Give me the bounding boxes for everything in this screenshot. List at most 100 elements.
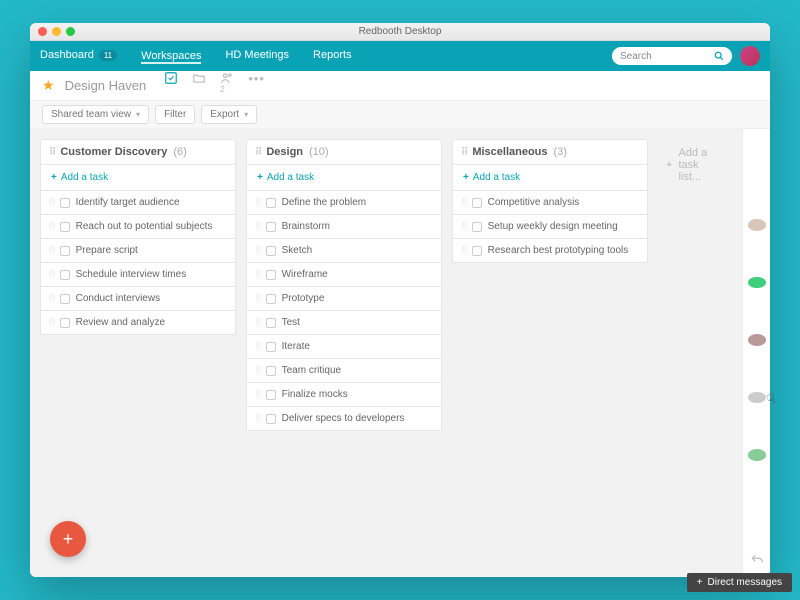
presence-avatar[interactable] bbox=[748, 392, 766, 404]
task-checkbox[interactable] bbox=[266, 414, 276, 424]
drag-handle-icon[interactable]: ⠿ bbox=[49, 269, 54, 280]
presence-avatar[interactable] bbox=[748, 219, 766, 231]
task-card[interactable]: ⠿Reach out to potential subjects bbox=[40, 215, 236, 239]
task-card[interactable]: ⠿ Sketch bbox=[246, 239, 442, 263]
presence-avatar[interactable] bbox=[748, 334, 766, 346]
task-checkbox[interactable] bbox=[266, 366, 276, 376]
drag-handle-icon[interactable]: ⠿ bbox=[461, 245, 466, 256]
task-card[interactable]: ⠿ Iterate bbox=[246, 335, 442, 359]
star-icon[interactable]: ★ bbox=[42, 77, 55, 94]
export-button[interactable]: Export ▾ bbox=[201, 105, 257, 124]
drag-handle-icon[interactable]: ⠿ bbox=[255, 413, 260, 424]
kanban-board[interactable]: ⠿Customer Discovery (6)+Add a task⠿Ident… bbox=[30, 129, 742, 577]
reply-icon[interactable] bbox=[750, 553, 764, 567]
task-checkbox[interactable] bbox=[472, 222, 482, 232]
folder-icon[interactable] bbox=[192, 71, 206, 100]
task-checkbox[interactable] bbox=[266, 294, 276, 304]
create-fab[interactable]: + bbox=[50, 521, 86, 557]
task-title: Finalize mocks bbox=[282, 389, 348, 400]
drag-handle-icon[interactable]: ⠿ bbox=[255, 293, 260, 304]
board-toolbar: Shared team view ▾ Filter Export ▾ bbox=[30, 101, 770, 129]
drag-handle-icon[interactable]: ⠿ bbox=[461, 197, 466, 208]
workspace-name[interactable]: Design Haven bbox=[65, 78, 147, 93]
task-card[interactable]: ⠿Research best prototyping tools bbox=[452, 239, 648, 263]
nav-reports[interactable]: Reports bbox=[313, 49, 352, 63]
task-title: Sketch bbox=[282, 245, 313, 256]
drag-handle-icon[interactable]: ⠿ bbox=[49, 293, 54, 304]
task-checkbox[interactable] bbox=[60, 270, 70, 280]
drag-handle-icon[interactable]: ⠿ bbox=[255, 245, 260, 256]
task-card[interactable]: ⠿Prototype bbox=[246, 287, 442, 311]
board-wrap: ⠿Customer Discovery (6)+Add a task⠿Ident… bbox=[30, 129, 770, 577]
drag-handle-icon[interactable]: ⠿ bbox=[461, 147, 466, 158]
task-list-header[interactable]: ⠿Design (10) bbox=[246, 139, 442, 165]
filter-label: Filter bbox=[164, 109, 186, 120]
task-checkbox[interactable] bbox=[266, 198, 276, 208]
task-checkbox[interactable] bbox=[472, 246, 482, 256]
drag-handle-icon[interactable]: ⠿ bbox=[49, 197, 54, 208]
task-card[interactable]: ⠿Review and analyze bbox=[40, 311, 236, 335]
drag-handle-icon[interactable]: ⠿ bbox=[255, 221, 260, 232]
task-card[interactable]: ⠿Test bbox=[246, 311, 442, 335]
task-checkbox[interactable] bbox=[60, 246, 70, 256]
task-checkbox[interactable] bbox=[60, 222, 70, 232]
task-title: Iterate bbox=[282, 341, 310, 352]
task-checkbox[interactable] bbox=[266, 222, 276, 232]
app-window: Redbooth Desktop Dashboard 11 Workspaces… bbox=[30, 23, 770, 577]
task-list: ⠿Customer Discovery (6)+Add a task⠿Ident… bbox=[40, 139, 236, 335]
people-icon[interactable]: 2 bbox=[220, 71, 234, 100]
drag-handle-icon[interactable]: ⠿ bbox=[49, 317, 54, 328]
drag-handle-icon[interactable]: ⠿ bbox=[255, 317, 260, 328]
task-card[interactable]: ⠿Brainstorm bbox=[246, 215, 442, 239]
task-card[interactable]: ⠿Define the problem bbox=[246, 191, 442, 215]
task-checkbox[interactable] bbox=[60, 318, 70, 328]
task-card[interactable]: ⠿Identify target audience bbox=[40, 191, 236, 215]
nav-dashboard[interactable]: Dashboard 11 bbox=[40, 49, 117, 63]
task-checkbox[interactable] bbox=[60, 294, 70, 304]
nav-hd-meetings[interactable]: HD Meetings bbox=[225, 49, 289, 63]
task-card[interactable]: ⠿ Finalize mocks bbox=[246, 383, 442, 407]
search-input[interactable]: Search bbox=[612, 47, 732, 65]
drag-handle-icon[interactable]: ⠿ bbox=[461, 221, 466, 232]
task-card[interactable]: ⠿Setup weekly design meeting bbox=[452, 215, 648, 239]
task-list-header[interactable]: ⠿Miscellaneous (3) bbox=[452, 139, 648, 165]
task-card[interactable]: ⠿Prepare script bbox=[40, 239, 236, 263]
add-task-button[interactable]: +Add a task bbox=[452, 165, 648, 191]
task-card[interactable]: ⠿Competitive analysis bbox=[452, 191, 648, 215]
drag-handle-icon[interactable]: ⠿ bbox=[255, 365, 260, 376]
task-card[interactable]: ⠿Team critique bbox=[246, 359, 442, 383]
drag-handle-icon[interactable]: ⠿ bbox=[255, 341, 260, 352]
presence-avatar[interactable] bbox=[748, 277, 766, 289]
task-card[interactable]: ⠿Deliver specs to developers bbox=[246, 407, 442, 431]
task-checkbox[interactable] bbox=[266, 318, 276, 328]
nav-workspaces[interactable]: Workspaces bbox=[141, 48, 201, 64]
task-checkbox[interactable] bbox=[266, 246, 276, 256]
drag-handle-icon[interactable]: ⠿ bbox=[49, 147, 54, 158]
task-checkbox[interactable] bbox=[60, 198, 70, 208]
task-checkbox[interactable] bbox=[266, 270, 276, 280]
add-task-list-button[interactable]: +Add a task list... bbox=[658, 139, 732, 191]
drag-handle-icon[interactable]: ⠿ bbox=[255, 269, 260, 280]
direct-messages-button[interactable]: + Direct messages bbox=[687, 573, 792, 592]
filter-button[interactable]: Filter bbox=[155, 105, 195, 124]
drag-handle-icon[interactable]: ⠿ bbox=[255, 389, 260, 400]
drag-handle-icon[interactable]: ⠿ bbox=[255, 147, 260, 158]
view-selector[interactable]: Shared team view ▾ bbox=[42, 105, 149, 124]
task-list-header[interactable]: ⠿Customer Discovery (6) bbox=[40, 139, 236, 165]
add-task-button[interactable]: +Add a task bbox=[40, 165, 236, 191]
presence-avatar[interactable] bbox=[748, 449, 766, 461]
presence-rail bbox=[742, 129, 770, 577]
add-task-button[interactable]: +Add a task bbox=[246, 165, 442, 191]
drag-handle-icon[interactable]: ⠿ bbox=[49, 221, 54, 232]
tasks-view-icon[interactable] bbox=[164, 71, 178, 100]
user-avatar[interactable] bbox=[740, 46, 760, 66]
drag-handle-icon[interactable]: ⠿ bbox=[49, 245, 54, 256]
task-checkbox[interactable] bbox=[266, 390, 276, 400]
task-card[interactable]: ⠿Wireframe bbox=[246, 263, 442, 287]
more-icon[interactable]: ••• bbox=[248, 71, 265, 100]
task-card[interactable]: ⠿Conduct interviews bbox=[40, 287, 236, 311]
drag-handle-icon[interactable]: ⠿ bbox=[255, 197, 260, 208]
task-checkbox[interactable] bbox=[266, 342, 276, 352]
task-checkbox[interactable] bbox=[472, 198, 482, 208]
task-card[interactable]: ⠿Schedule interview times bbox=[40, 263, 236, 287]
